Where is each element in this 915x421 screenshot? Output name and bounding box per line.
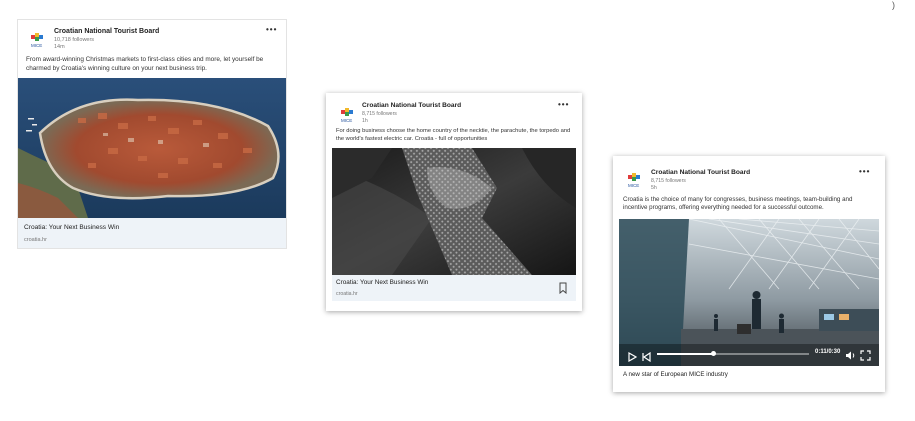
- svg-text:MICE: MICE: [341, 118, 352, 123]
- post-text: From award-winning Christmas markets to …: [26, 56, 264, 72]
- link-title[interactable]: Croatia: Your Next Business Win: [24, 224, 119, 231]
- link-domain: croatia.hr: [336, 291, 358, 297]
- bookmark-icon[interactable]: [558, 281, 568, 295]
- post-time: 1h: [362, 118, 368, 124]
- link-preview[interactable]: Croatia: Your Next Business Win croatia.…: [332, 275, 576, 301]
- org-name[interactable]: Croatian National Tourist Board: [362, 102, 461, 109]
- croatia-logo-icon: MICE: [341, 108, 353, 123]
- more-options-icon[interactable]: •••: [859, 168, 870, 176]
- org-logo[interactable]: MICE: [338, 105, 358, 125]
- video-caption: A new star of European MICE industry: [623, 371, 728, 378]
- volume-icon[interactable]: [845, 348, 856, 366]
- airport-terminal-image: [619, 219, 879, 366]
- video-progress-bar[interactable]: [657, 351, 809, 356]
- fullscreen-icon[interactable]: [860, 348, 871, 366]
- follower-count: 10,718 followers: [54, 37, 95, 43]
- skip-back-icon[interactable]: [641, 349, 651, 366]
- post-video[interactable]: 0:11/0:30: [619, 219, 879, 366]
- link-preview[interactable]: Croatia: Your Next Business Win croatia.…: [18, 218, 286, 248]
- video-caption-bar: A new star of European MICE industry: [619, 366, 879, 386]
- post-image[interactable]: [18, 78, 286, 218]
- post-time: 5h: [651, 185, 657, 191]
- org-name[interactable]: Croatian National Tourist Board: [651, 169, 750, 176]
- corner-mark: ): [892, 0, 895, 10]
- more-options-icon[interactable]: •••: [266, 26, 277, 34]
- video-progress-fill: [657, 353, 714, 355]
- post-text: Croatia is the choice of many for congre…: [623, 196, 853, 212]
- follower-count: 8,715 followers: [362, 111, 397, 117]
- svg-text:MICE: MICE: [31, 43, 42, 48]
- follower-count: 8,715 followers: [651, 178, 686, 184]
- play-icon[interactable]: [627, 349, 638, 366]
- post-card-1: MICE Croatian National Tourist Board 10,…: [17, 19, 287, 249]
- post-image[interactable]: [332, 148, 576, 275]
- video-time: 0:11/0:30: [815, 349, 841, 355]
- link-title[interactable]: Croatia: Your Next Business Win: [336, 279, 428, 286]
- more-options-icon[interactable]: •••: [558, 101, 569, 109]
- org-logo[interactable]: MICE: [625, 170, 645, 190]
- necktie-image: [332, 148, 576, 275]
- post-card-3: MICE Croatian National Tourist Board 8,7…: [613, 156, 885, 392]
- video-scrubber[interactable]: [710, 351, 716, 356]
- croatia-logo-icon: MICE: [628, 173, 640, 188]
- croatia-logo-icon: MICE: [31, 33, 43, 48]
- link-domain: croatia.hr: [24, 237, 47, 243]
- post-time: 14m: [54, 44, 65, 50]
- dubrovnik-aerial-image: [18, 78, 286, 218]
- post-text: For doing business choose the home count…: [336, 128, 571, 142]
- org-name[interactable]: Croatian National Tourist Board: [54, 28, 159, 35]
- svg-text:MICE: MICE: [628, 183, 639, 188]
- post-card-2: MICE Croatian National Tourist Board 8,7…: [326, 93, 582, 311]
- org-logo[interactable]: MICE: [28, 30, 48, 50]
